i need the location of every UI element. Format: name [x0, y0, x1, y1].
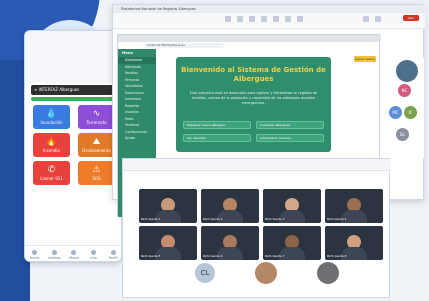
participant-initials[interactable]: IC — [404, 106, 417, 119]
register-shelter-button[interactable]: Registrar nuevo albergue — [183, 121, 251, 129]
phone-title-bar: ≡ INTERFAZ Albergues — [31, 85, 117, 95]
phone-header — [25, 31, 121, 83]
react-icon[interactable] — [285, 16, 291, 22]
tile-label: Llamar 911 — [40, 176, 63, 181]
sidebar-item[interactable]: Ayuda — [118, 135, 156, 142]
tile-label: Terremoto — [86, 120, 107, 125]
view-icon[interactable] — [363, 16, 369, 22]
participant-avatar[interactable]: CL — [195, 263, 215, 283]
tile-inundaci-n[interactable]: 💧 Inundación — [33, 105, 70, 129]
participant-initials[interactable]: NC — [398, 84, 411, 97]
logout-button[interactable]: Cerrar sesión — [354, 56, 376, 62]
info-icon — [91, 249, 97, 255]
nav-label: Mapa — [69, 255, 79, 260]
video-call-panel: CL Participante 1 Participante 2 Participa… — [122, 158, 391, 298]
tile-deslizamiento[interactable]: ⛰ Deslizamiento — [78, 133, 115, 157]
search-shelters-button[interactable]: Consultar albergues — [256, 121, 324, 129]
welcome-title: Bienvenido al Sistema de Gestión de Albe… — [181, 66, 326, 83]
participant-name: Participante 1 — [141, 217, 161, 221]
participant-photo[interactable] — [255, 262, 277, 284]
nav-label: Perfil — [108, 255, 118, 260]
reports-button[interactable]: Ver reportes — [183, 134, 251, 142]
pulse-icon: ∿ — [92, 109, 101, 119]
tile-label: Incendio — [42, 148, 60, 153]
flame-icon: 🔥 — [45, 137, 58, 147]
participant-name: Participante 4 — [327, 217, 347, 221]
phone-status-strip — [31, 97, 117, 101]
sos-icon: ⚠ — [92, 165, 101, 175]
address-bar[interactable]: localhost:8000/albergues — [144, 43, 224, 48]
participant-name: Participante 2 — [203, 217, 223, 221]
manage-users-button[interactable]: Administrar usuarios — [256, 134, 324, 142]
phone-app-screen: ≡ INTERFAZ Albergues Inicio Alertas Mapa… — [24, 30, 122, 262]
phone-bottom-nav: Inicio Alertas Mapa Info Perfil — [25, 245, 121, 261]
participant-name: Participante 8 — [327, 254, 347, 258]
tile-label: Inundación — [40, 120, 63, 125]
video-tile[interactable]: Participante 7 — [263, 226, 321, 260]
video-tile[interactable]: Participante 1 — [139, 189, 197, 223]
map-icon — [71, 249, 77, 255]
nav-label: Alertas — [48, 255, 61, 260]
water-drops-icon: 💧 — [45, 109, 58, 119]
more-icon[interactable] — [297, 16, 303, 22]
participant-name: Participante 6 — [203, 254, 223, 258]
tile-sos[interactable]: ⚠ SOS — [78, 161, 115, 185]
phone-icon: ✆ — [47, 165, 56, 175]
video-tile[interactable]: Participante 3 — [263, 189, 321, 223]
bell-icon — [51, 249, 57, 255]
people-icon[interactable] — [273, 16, 279, 22]
participant-initials[interactable]: BL — [396, 128, 409, 141]
participant-photo[interactable] — [317, 262, 339, 284]
nav-alerts[interactable]: Alertas — [46, 249, 62, 260]
user-icon — [110, 249, 116, 255]
tab-title[interactable]: Plataforma Nacional de Registro Albergue… — [121, 7, 196, 11]
nav-home[interactable]: Inicio — [27, 249, 43, 260]
video-header — [123, 159, 391, 171]
mic-icon[interactable] — [225, 16, 231, 22]
tile-incendio[interactable]: 🔥 Incendio — [33, 133, 70, 157]
share-icon[interactable] — [249, 16, 255, 22]
participant-name: Participante 3 — [265, 217, 285, 221]
landslide-icon: ⛰ — [92, 137, 101, 147]
video-tile[interactable]: Participante 8 — [325, 226, 383, 260]
nav-profile[interactable]: Perfil — [105, 249, 121, 260]
nav-label: Inicio — [30, 255, 40, 260]
video-tile[interactable]: Participante 5 — [139, 226, 197, 260]
nav-info[interactable]: Info — [86, 249, 102, 260]
camera-icon[interactable] — [237, 16, 243, 22]
browser-tab-bar: Plataforma Nacional de Registro Albergue… — [113, 5, 425, 13]
video-tile[interactable]: Participante 4 — [325, 189, 383, 223]
tile-label: SOS — [92, 176, 101, 181]
phone-title: ≡ INTERFAZ Albergues — [34, 87, 80, 92]
tile-label: Deslizamiento — [82, 148, 111, 153]
video-tile[interactable]: Participante 6 — [201, 226, 259, 260]
home-icon — [32, 249, 38, 255]
inner-tab-bar — [118, 35, 381, 42]
participant-name: Participante 7 — [265, 254, 285, 258]
nav-map[interactable]: Mapa — [66, 249, 82, 260]
participant-initials[interactable]: MC — [389, 106, 402, 119]
video-tile[interactable]: Participante 2 — [201, 189, 259, 223]
sidebar-heading: Menú — [122, 51, 133, 55]
participant-name: Participante 5 — [141, 254, 161, 258]
participant-video[interactable] — [396, 60, 418, 82]
tile-llamar-911[interactable]: ✆ Llamar 911 — [33, 161, 70, 185]
welcome-description: Este proyecto está en desarrollo para ag… — [189, 91, 318, 105]
chat-icon[interactable] — [261, 16, 267, 22]
nav-label: Info — [90, 255, 97, 260]
leave-button[interactable]: Salir — [403, 15, 419, 21]
tile-terremoto[interactable]: ∿ Terremoto — [78, 105, 115, 129]
welcome-card: Bienvenido al Sistema de Gestión de Albe… — [176, 57, 331, 152]
settings-icon[interactable] — [375, 16, 381, 22]
